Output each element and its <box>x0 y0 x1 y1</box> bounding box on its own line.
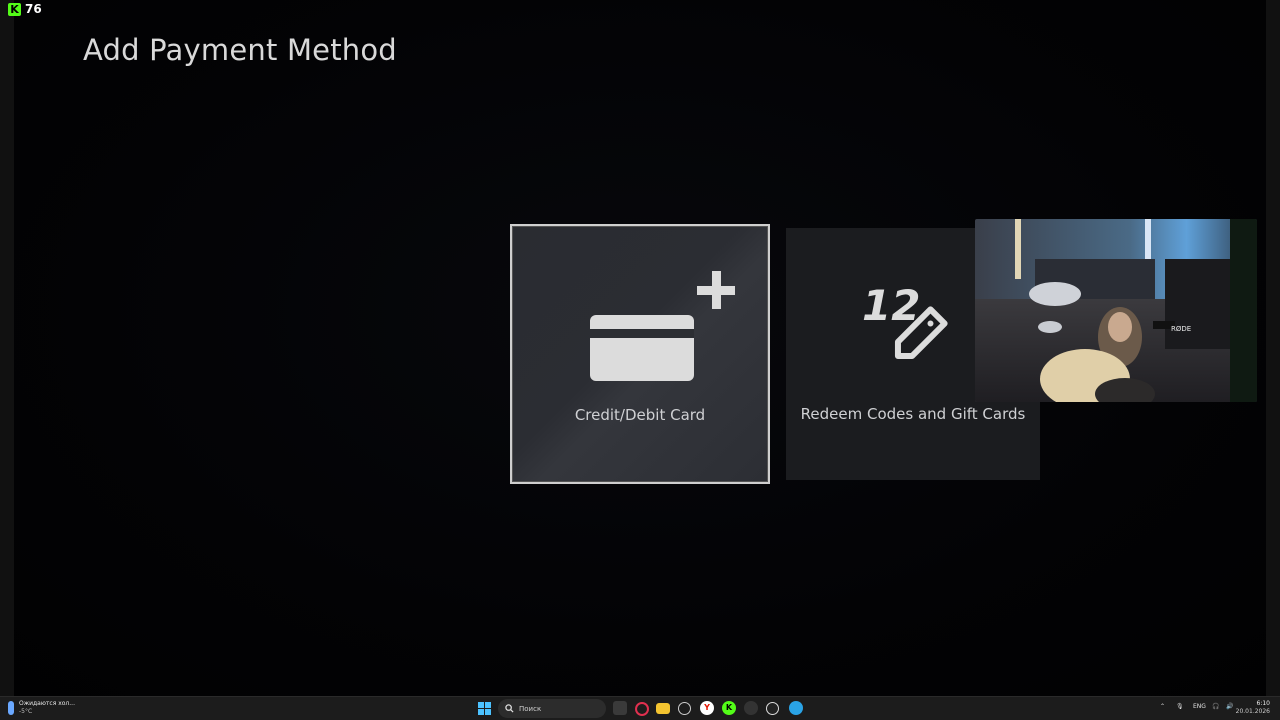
clock-time: 6:10 <box>1256 700 1270 707</box>
credit-debit-card-label: Credit/Debit Card <box>574 406 706 424</box>
file-explorer-icon[interactable] <box>656 703 670 714</box>
start-button[interactable] <box>478 702 491 715</box>
weather-forecast: Ожидаются хол... <box>19 700 75 707</box>
webcam-overlay: RØDE <box>975 219 1257 402</box>
obs-icon[interactable] <box>766 702 779 715</box>
right-letterbox <box>1266 0 1280 696</box>
search-placeholder: Поиск <box>519 704 542 713</box>
code-tag-number: 12 <box>862 281 920 330</box>
viewer-count: 76 <box>25 2 42 16</box>
system-clock[interactable]: 6:10 20.01.2026 <box>1236 700 1270 716</box>
left-letterbox <box>0 0 14 696</box>
kick-logo-icon: K <box>8 2 21 16</box>
speaker-icon[interactable]: 🔊 <box>1226 703 1233 710</box>
file-view-icon[interactable] <box>613 701 627 715</box>
page-title: Add Payment Method <box>83 33 397 67</box>
code-tag-icon: 12 <box>862 281 948 360</box>
mic-brand-label: RØDE <box>1171 325 1191 333</box>
headphones-icon[interactable]: 🎧 <box>1212 703 1219 710</box>
show-hidden-icons-chevron-icon[interactable]: ⌃ <box>1160 703 1165 710</box>
taskbar-search[interactable]: Поиск <box>498 699 606 718</box>
clock-date: 20.01.2026 <box>1235 708 1270 715</box>
microphone-icon[interactable]: 🎙 <box>1176 703 1184 710</box>
language-indicator[interactable]: ENG <box>1193 703 1206 710</box>
viewer-count-badge: K 76 <box>8 1 42 17</box>
kick-app-icon[interactable]: K <box>722 701 736 715</box>
telegram-icon[interactable] <box>789 701 803 715</box>
game-screen: K 76 Add Payment Method Credit/Debit Car… <box>0 0 1280 696</box>
yandex-browser-icon[interactable]: Y <box>700 701 714 715</box>
weather-widget[interactable]: Ожидаются хол... -5°C <box>8 700 75 716</box>
windows-taskbar: Ожидаются хол... -5°C Поиск Y K ⌃ 🎙 ENG … <box>0 696 1280 720</box>
search-icon <box>505 704 514 713</box>
weather-temperature: -5°C <box>19 708 33 715</box>
thermometer-icon <box>8 701 14 715</box>
credit-card-plus-icon <box>590 271 735 381</box>
emoji-app-icon[interactable] <box>678 702 691 715</box>
opera-gx-icon[interactable] <box>635 702 649 716</box>
edge-app-icon[interactable] <box>744 701 758 715</box>
credit-debit-card-tile[interactable]: Credit/Debit Card <box>510 224 770 484</box>
redeem-codes-label: Redeem Codes and Gift Cards <box>800 405 1026 423</box>
